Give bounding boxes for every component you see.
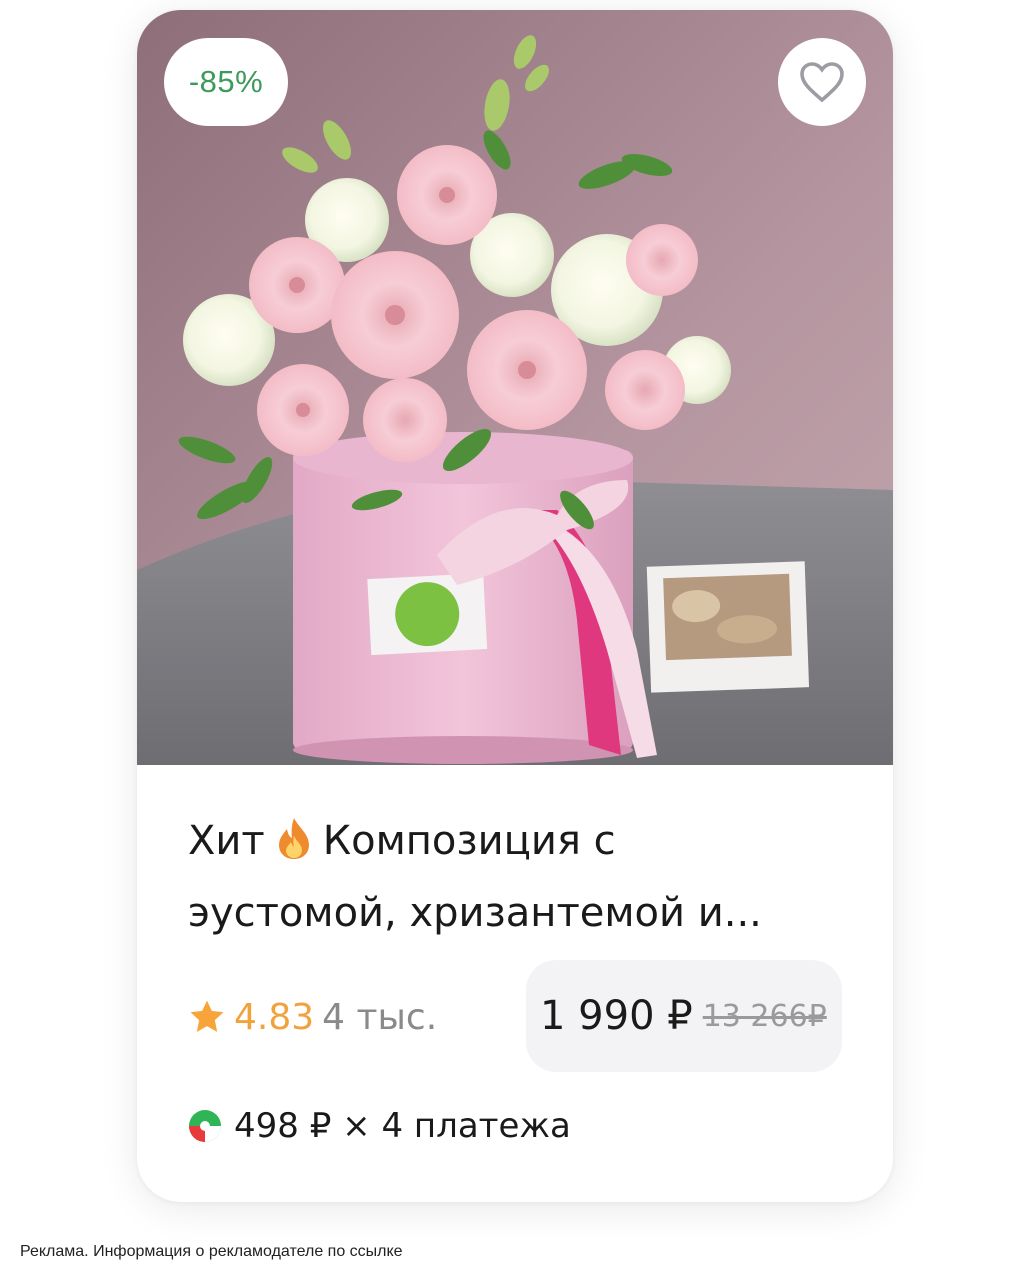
rating-value: 4.83	[234, 996, 315, 1038]
product-card[interactable]: -85% Хит Композиция с эустомой, хризанте…	[137, 10, 893, 1202]
installments-text: 498 ₽ × 4 платежа	[234, 1106, 571, 1146]
rating: 4.83 4 тыс.	[188, 992, 437, 1042]
flame-emoji-icon	[277, 814, 311, 880]
discount-badge: -85%	[164, 38, 288, 126]
price-box[interactable]: 1 990 ₽ 13 266₽	[526, 960, 842, 1072]
old-price: 13 266₽	[702, 998, 827, 1034]
heart-outline-icon	[800, 62, 844, 103]
title-prefix: Хит	[188, 818, 265, 864]
title-line1: Композиция с	[322, 818, 616, 864]
product-title[interactable]: Хит Композиция с эустомой, хризантемой и…	[188, 808, 828, 946]
favorite-button[interactable]	[778, 38, 866, 126]
split-payment-icon	[189, 1110, 221, 1142]
product-image[interactable]: -85%	[137, 10, 893, 765]
ad-disclaimer[interactable]: Реклама. Информация о рекламодателе по с…	[20, 1243, 403, 1261]
title-line2: эустомой, хризантемой и...	[188, 890, 762, 936]
current-price: 1 990 ₽	[540, 993, 693, 1039]
reviews-count: 4 тыс.	[322, 996, 438, 1038]
star-icon	[190, 1000, 224, 1032]
installments[interactable]: 498 ₽ × 4 платежа	[188, 1102, 571, 1150]
